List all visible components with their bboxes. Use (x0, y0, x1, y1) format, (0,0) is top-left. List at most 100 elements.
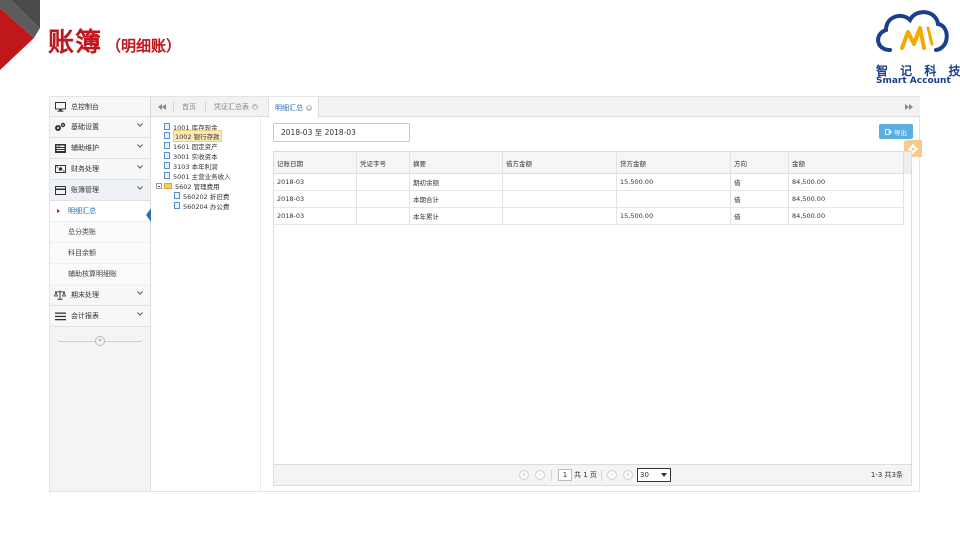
sidebar: 总控制台 基础设置 辅助维护 财务处理 账簿管理 明细汇总 总分类账 科目余额 … (50, 97, 151, 491)
sidebar-item-ledger[interactable]: 账簿管理 (50, 180, 150, 201)
cell-credit: 15,500.00 (617, 174, 731, 190)
tree-node[interactable]: 560202 折旧费 (174, 191, 229, 201)
sidebar-item-dashboard[interactable]: 总控制台 (50, 97, 150, 117)
sidebar-item-label: 辅助维护 (71, 144, 99, 152)
page-number-input[interactable]: 1 (558, 469, 572, 481)
tab-detail-summary[interactable]: 明细汇总 (268, 97, 319, 118)
file-icon (164, 162, 170, 169)
divider (551, 470, 552, 481)
sidebar-subitem-label: 明细汇总 (68, 207, 96, 215)
file-icon (174, 202, 180, 209)
detail-ledger-table: 记账日期 凭证字号 摘要 借方金额 贷方金额 方向 金额 2018-03 期初余… (273, 151, 912, 465)
sidebar-item-label: 基础设置 (71, 123, 99, 131)
sidebar-item-finance[interactable]: 财务处理 (50, 159, 150, 180)
column-header[interactable]: 借方金额 (503, 152, 617, 173)
divider (601, 470, 602, 481)
tab-scroll-left-button[interactable] (154, 97, 170, 117)
list-icon (54, 310, 66, 322)
monitor-icon (54, 101, 66, 113)
tab-label: 凭证汇总表 (214, 103, 249, 111)
tab-scroll-right-button[interactable] (901, 97, 917, 117)
tab-home[interactable]: 首页 (176, 97, 202, 117)
export-button[interactable]: 导出 (879, 124, 913, 139)
cloud-logo-icon (876, 10, 949, 52)
sidebar-subitem-label: 总分类账 (68, 228, 96, 236)
chevron-down-icon (137, 186, 143, 190)
close-icon[interactable] (306, 104, 312, 111)
cell-amount: 84,500.00 (789, 191, 904, 207)
cell-direction: 借 (731, 174, 789, 190)
slide-title-main: 账簿 (48, 28, 103, 58)
collapse-arrow-icon: « (95, 336, 105, 346)
close-icon[interactable] (252, 104, 258, 110)
column-header[interactable]: 凭证字号 (357, 152, 410, 173)
last-page-button[interactable]: » (623, 470, 633, 480)
sidebar-item-basic-settings[interactable]: 基础设置 (50, 117, 150, 138)
tab-separator (205, 102, 206, 112)
account-tree: 1001 库存现金 1002 银行存款 1601 固定资产 3001 实收资本 … (151, 118, 261, 491)
table-row[interactable]: 2018-03 期初余额 15,500.00 借 84,500.00 (274, 174, 904, 191)
smart-account-logo: 智 记 科 技 Smart Account (872, 4, 960, 88)
tree-node-selected[interactable]: 1002 银行存款 (164, 129, 222, 142)
main-content: 2018-03 至 2018-03 导出 记账日期 凭证字号 摘要 借方金额 贷… (272, 118, 922, 491)
tree-node-label: 560204 办公费 (183, 202, 230, 211)
sidebar-subitem-aux-detail[interactable]: 辅助核算明细账 (50, 264, 150, 285)
sidebar-item-period-end[interactable]: 期末处理 (50, 285, 150, 306)
table-row[interactable]: 2018-03 本期合计 借 84,500.00 (274, 191, 904, 208)
tree-node-label: 3103 本年利润 (173, 162, 218, 171)
column-header[interactable]: 金额 (789, 152, 904, 173)
tree-node[interactable]: 1601 固定资产 (164, 141, 218, 151)
column-header[interactable]: 方向 (731, 152, 789, 173)
cell-voucher (357, 208, 410, 224)
tree-node[interactable]: 3001 实收资本 (164, 151, 218, 161)
tree-node[interactable]: 5001 主营业务收入 (164, 171, 231, 181)
cell-debit (503, 174, 617, 190)
cell-voucher (357, 191, 410, 207)
tab-voucher-summary[interactable]: 凭证汇总表 (208, 97, 264, 117)
sidebar-subitem-account-balance[interactable]: 科目余额 (50, 243, 150, 264)
cell-date: 2018-03 (274, 191, 357, 207)
total-pages-text: 共 1 页 (574, 471, 597, 479)
keyboard-icon (54, 142, 66, 154)
cell-debit (503, 208, 617, 224)
tree-node-label: 3001 实收资本 (173, 152, 218, 161)
double-chevron-left-icon (158, 104, 166, 110)
cell-credit (617, 191, 731, 207)
sidebar-item-label: 财务处理 (71, 165, 99, 173)
column-header[interactable]: 贷方金额 (617, 152, 731, 173)
collapse-minus-icon[interactable] (156, 182, 162, 189)
table-scrollbar-header (903, 152, 911, 174)
cell-credit: 15,500.00 (617, 208, 731, 224)
cell-amount: 84,500.00 (789, 174, 904, 190)
chevron-down-icon (137, 312, 143, 316)
chevron-down-icon (137, 123, 143, 127)
chevron-down-icon (137, 144, 143, 148)
tree-node[interactable]: 560204 办公费 (174, 201, 230, 211)
file-icon (164, 123, 170, 130)
prev-page-button[interactable]: ‹ (535, 470, 545, 480)
sidebar-item-label: 期末处理 (71, 291, 99, 299)
date-range-input[interactable]: 2018-03 至 2018-03 (273, 123, 410, 142)
active-marker (57, 209, 60, 213)
tree-node[interactable]: 3103 本年利润 (164, 161, 218, 171)
logo-english-name: Smart Account (876, 76, 951, 86)
tree-node-label: 1601 固定资产 (173, 142, 218, 151)
first-page-button[interactable]: « (519, 470, 529, 480)
sidebar-subitem-general-ledger[interactable]: 总分类账 (50, 222, 150, 243)
column-header[interactable]: 摘要 (410, 152, 503, 173)
next-page-button[interactable]: › (607, 470, 617, 480)
table-row[interactable]: 2018-03 本年累计 15,500.00 借 84,500.00 (274, 208, 904, 225)
sidebar-item-aux-maintenance[interactable]: 辅助维护 (50, 138, 150, 159)
tree-node-folder[interactable]: 5602 管理费用 (156, 181, 220, 191)
sidebar-item-reports[interactable]: 会计报表 (50, 306, 150, 327)
folder-icon (164, 182, 172, 189)
slide-title: 账簿 （明细账） (48, 22, 181, 59)
column-header[interactable]: 记账日期 (274, 152, 357, 173)
page-size-select[interactable]: 30 (637, 468, 671, 482)
sidebar-subitem-label: 科目余额 (68, 249, 96, 257)
sidebar-subitem-detail-summary[interactable]: 明细汇总 (50, 201, 150, 222)
sidebar-collapse-toggle[interactable]: « (50, 335, 150, 347)
file-icon (164, 172, 170, 179)
cell-date: 2018-03 (274, 174, 357, 190)
chevron-down-icon (137, 291, 143, 295)
